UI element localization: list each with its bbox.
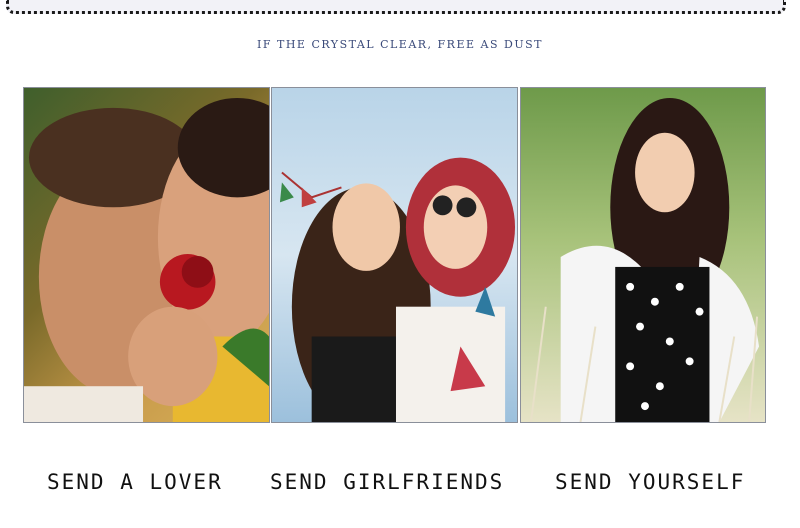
caption-send-lover: SEND A LOVER xyxy=(47,470,223,494)
top-dotted-border xyxy=(6,0,786,14)
girlfriends-photo xyxy=(271,87,518,423)
caption-send-girlfriends: SEND GIRLFRIENDS xyxy=(270,470,505,494)
tagline: IF THE CRYSTAL CLEAR, FREE AS DUST xyxy=(257,38,543,51)
yourself-photo xyxy=(520,87,766,423)
caption-send-yourself: SEND YOURSELF xyxy=(555,470,746,494)
couple-rose-photo xyxy=(23,87,270,423)
